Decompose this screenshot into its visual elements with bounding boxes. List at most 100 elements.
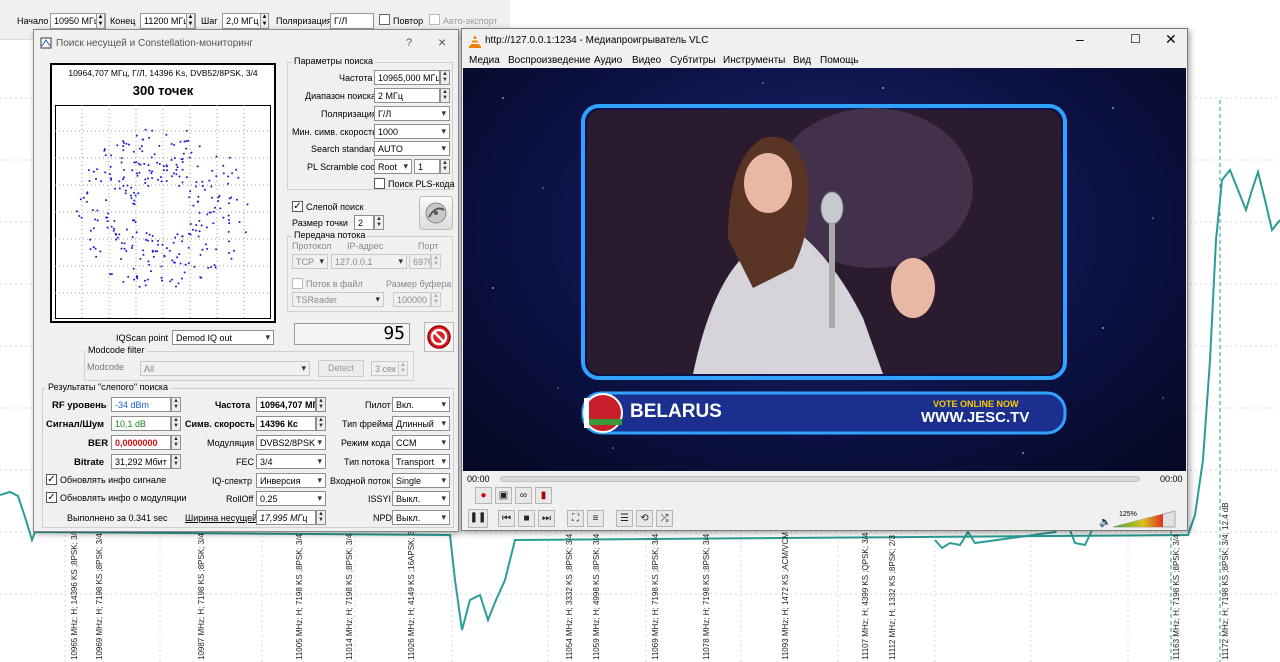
detect-time-input[interactable]: 3 сек [371, 361, 399, 376]
close-button[interactable]: × [438, 34, 446, 50]
result-sr-spinner[interactable]: ▲ ▼ [316, 416, 326, 431]
range-spinner[interactable]: ▲ ▼ [440, 88, 450, 103]
seek-bar[interactable] [500, 476, 1140, 482]
menu-tools[interactable]: Инструменты [723, 55, 785, 66]
detect-time-spinner[interactable]: ▲ ▼ [398, 361, 408, 376]
menu-help[interactable]: Помощь [820, 55, 859, 66]
code-mode-select[interactable]: CCM [392, 435, 450, 450]
autoexport-checkbox[interactable] [429, 14, 440, 25]
pilot-select[interactable]: Вкл. [392, 397, 450, 412]
loop-button[interactable]: ⟲ [636, 510, 653, 527]
constellation-point [209, 266, 212, 269]
rf-level-spinner[interactable]: ▲ ▼ [171, 397, 181, 412]
start-scan-button[interactable] [419, 196, 453, 230]
constellation-point [92, 246, 95, 249]
ip-select[interactable]: 127.0.0.1 [331, 254, 407, 269]
result-sr-label: Симв. скорость [185, 419, 255, 429]
start-freq-spinner[interactable]: ▲ ▼ [96, 13, 105, 29]
pl-scramble-select[interactable]: Root [374, 159, 412, 174]
pls-search-checkbox[interactable] [374, 178, 385, 189]
previous-button[interactable]: ⏮ [498, 510, 515, 527]
iq-spectrum-select[interactable]: Инверсия [256, 473, 326, 488]
snapshot-button[interactable]: ▣ [495, 487, 512, 504]
menu-video[interactable]: Видео [632, 55, 661, 66]
menu-audio[interactable]: Аудио [594, 55, 622, 66]
pl-scramble-input[interactable]: 1 [414, 159, 440, 174]
constellation-point [156, 161, 159, 164]
constellation-point [196, 200, 199, 203]
play-pause-button[interactable]: ❚❚ [468, 509, 488, 528]
search-standard-select[interactable]: AUTO [374, 141, 450, 156]
constellation-point [99, 250, 102, 253]
stream-type-select[interactable]: Transport [392, 454, 450, 469]
next-button[interactable]: ⏭ [538, 510, 555, 527]
video-frame [492, 82, 1164, 454]
update-modulation-checkbox[interactable]: ✓ [46, 492, 57, 503]
help-button[interactable]: ? [406, 37, 412, 49]
input-stream-select[interactable]: Single [392, 473, 450, 488]
frame-step-button[interactable]: ▮ [535, 487, 552, 504]
constellation-point [189, 233, 192, 236]
vlc-close-button[interactable]: ✕ [1165, 31, 1177, 48]
frame-type-select[interactable]: Длинный [392, 416, 450, 431]
modcode-select[interactable]: All [140, 361, 310, 376]
polarization-select[interactable]: Г/Л [330, 13, 374, 29]
stop-playback-button[interactable]: ■ [518, 510, 535, 527]
polarization-select[interactable]: Г/Л [374, 106, 450, 121]
constellation-point [136, 275, 139, 278]
constellation-point [120, 258, 123, 260]
rolloff-select[interactable]: 0.25 [256, 491, 326, 506]
end-freq-spinner[interactable]: ▲ ▼ [186, 13, 195, 29]
menu-media[interactable]: Медиа [469, 55, 500, 66]
ber-spinner[interactable]: ▲ ▼ [171, 435, 181, 450]
fullscreen-button[interactable]: ⛶ [567, 510, 584, 527]
results-group-title: Результаты "слепого" поиска [46, 382, 171, 392]
update-signal-checkbox[interactable]: ✓ [46, 474, 57, 485]
speaker-icon[interactable]: 🔈 [1099, 517, 1111, 528]
snr-spinner[interactable]: ▲ ▼ [171, 416, 181, 431]
freq-input[interactable]: 10965,000 МГц [374, 70, 440, 85]
loop-ab-button[interactable]: ∞ [515, 487, 532, 504]
constellation-point [162, 165, 165, 168]
port-spinner[interactable]: ▲ ▼ [431, 254, 441, 269]
repeat-checkbox[interactable] [379, 14, 390, 25]
video-area[interactable]: BELARUS VOTE ONLINE NOW WWW.JESC.TV [463, 68, 1186, 471]
reader-select[interactable]: TSReader [292, 292, 384, 307]
dot-size-spinner[interactable]: ▲ ▼ [374, 215, 384, 230]
blind-search-checkbox[interactable]: ✓ [292, 201, 303, 212]
detect-button[interactable]: Detect [318, 360, 364, 377]
stream-to-file-checkbox[interactable] [292, 278, 303, 289]
constellation-point [150, 156, 153, 159]
buffer-size-input[interactable]: 100000 [393, 292, 431, 307]
modulation-select[interactable]: DVBS2/8PSK [256, 435, 326, 450]
buffer-size-spinner[interactable]: ▲ ▼ [431, 292, 441, 307]
menu-playback[interactable]: Воспроизведение [508, 55, 591, 66]
range-input[interactable]: 2 МГц [374, 88, 440, 103]
stop-button[interactable] [424, 322, 454, 352]
maximize-button[interactable]: ☐ [1130, 32, 1141, 46]
playlist-button[interactable]: ☰ [616, 510, 633, 527]
min-sr-select[interactable]: 1000 [374, 124, 450, 139]
pl-scramble-spinner[interactable]: ▲ ▼ [440, 159, 450, 174]
extended-settings-button[interactable]: ≡ [587, 510, 604, 527]
menu-subtitles[interactable]: Субтитры [670, 55, 716, 66]
menu-view[interactable]: Вид [793, 55, 811, 66]
result-freq-spinner[interactable]: ▲ ▼ [316, 397, 326, 412]
constellation-point [120, 247, 123, 250]
fec-select[interactable]: 3/4 [256, 454, 326, 469]
constellation-point [92, 170, 95, 173]
record-button[interactable]: ● [475, 487, 492, 504]
port-input[interactable]: 6970 [409, 254, 431, 269]
constellation-plot [55, 105, 271, 319]
carrier-width-spinner[interactable]: ▲ ▼ [316, 510, 326, 525]
step-spinner[interactable]: ▲ ▼ [260, 13, 269, 29]
bitrate-spinner[interactable]: ▲ ▼ [171, 454, 181, 469]
minimize-button[interactable]: – [1076, 31, 1084, 47]
dot-size-input[interactable]: 2 [354, 215, 374, 230]
iqscan-select[interactable]: Demod IQ out [172, 330, 274, 345]
freq-spinner[interactable]: ▲ ▼ [440, 70, 450, 85]
protocol-select[interactable]: TCP [292, 254, 328, 269]
issyi-select[interactable]: Выкл. [392, 491, 450, 506]
shuffle-button[interactable]: ⤮ [656, 510, 673, 527]
npd-select[interactable]: Выкл. [392, 510, 450, 525]
